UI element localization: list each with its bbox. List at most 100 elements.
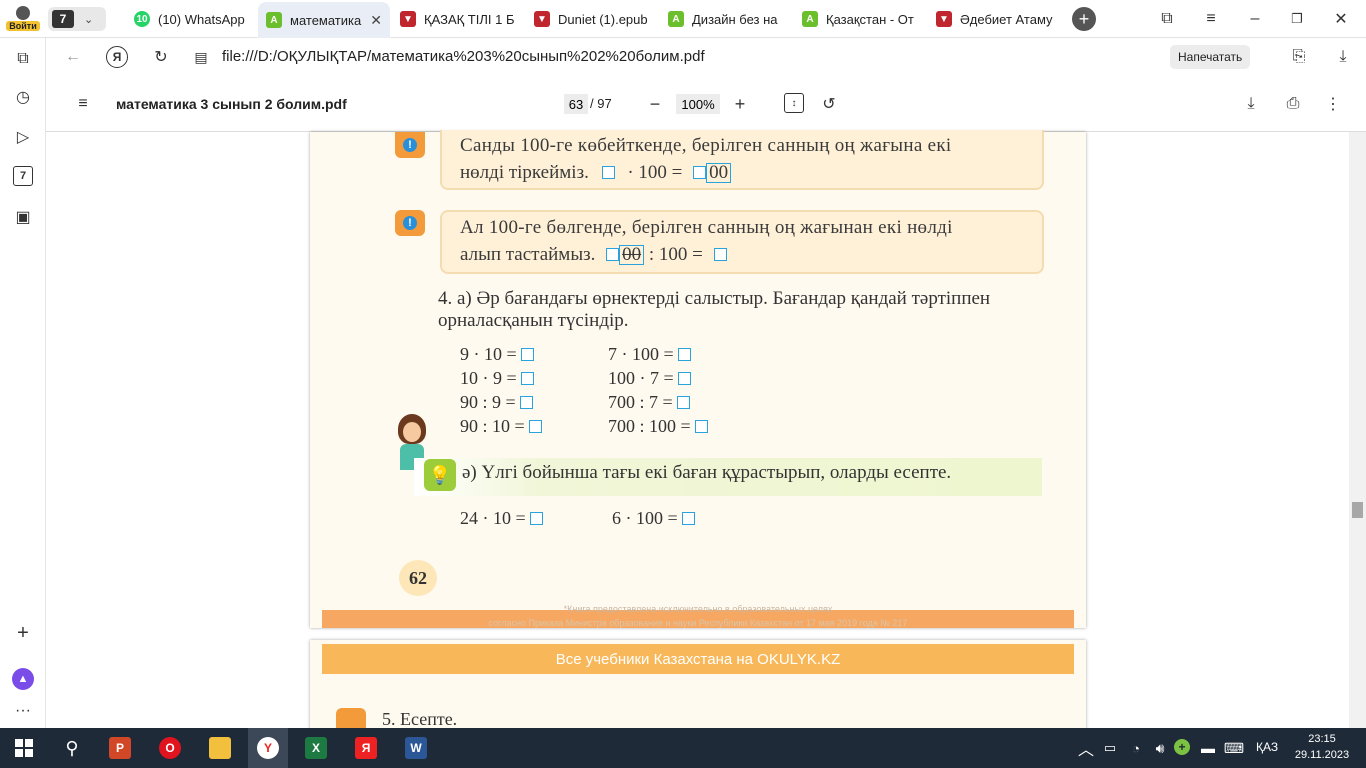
zoom-out-icon[interactable]: − — [644, 93, 666, 115]
task-line: 4. а) Әр бағандағы өрнектерді салыстыр. … — [438, 288, 991, 309]
tab-title: Қазақстан - От — [826, 11, 914, 27]
page-total: / 97 — [590, 96, 612, 111]
print-button[interactable]: Напечатать — [1170, 45, 1251, 69]
note-line: алып тастаймыз. 00 : 100 = — [460, 241, 1024, 268]
page-number: 62 — [399, 560, 437, 596]
search-icon[interactable]: ⚲ — [52, 728, 92, 768]
fit-page-icon[interactable]: ↕ — [784, 93, 804, 113]
battery-icon[interactable]: ▭ — [1100, 738, 1120, 758]
vertical-scrollbar[interactable] — [1349, 132, 1366, 728]
footer-note: *Книга предоставлена исключительно в обр… — [563, 604, 833, 614]
tab-title: математика — [290, 12, 362, 28]
play-icon[interactable]: ▷ — [12, 126, 34, 148]
chevron-up-icon[interactable]: ︿ — [1076, 738, 1096, 759]
new-tab-button[interactable]: + — [1072, 7, 1096, 31]
minimize-icon[interactable]: – — [1244, 8, 1266, 30]
close-window-icon[interactable]: ✕ — [1330, 8, 1352, 30]
file-explorer-icon[interactable] — [200, 728, 240, 768]
volume-icon[interactable]: 🔊︎ — [1150, 738, 1170, 758]
yandex-icon[interactable]: Я — [346, 728, 386, 768]
clock-time: 23:15 — [1308, 733, 1336, 745]
note-expr: · 100 = — [627, 162, 683, 183]
tab-title: (10) WhatsApp — [158, 11, 245, 27]
scrollbar-thumb[interactable] — [1352, 502, 1363, 518]
download-icon[interactable]: ⤓ — [1332, 46, 1354, 68]
windows-start-icon[interactable] — [4, 728, 44, 768]
zoom-input[interactable]: 100% — [676, 94, 720, 114]
calendar-icon[interactable]: 7 — [13, 166, 33, 186]
restore-icon[interactable]: ❐ — [1286, 8, 1308, 30]
wifi-icon[interactable]: ◔ — [1126, 738, 1146, 758]
url-field[interactable]: file:///D:/ОҚУЛЫҚТАР/математика%203%20сы… — [222, 48, 705, 65]
tab-title: Әдебиет Атаму — [960, 11, 1053, 27]
expression: 10 · 9 = — [460, 368, 535, 389]
yandex-browser-icon[interactable]: Y — [248, 728, 288, 768]
profile-button[interactable]: Войти — [6, 2, 40, 36]
tab-title: Duniet (1).epub — [558, 11, 648, 27]
tab-matematika[interactable]: A математика ✕ — [258, 2, 390, 38]
keyboard-icon[interactable]: ⌨ — [1222, 738, 1246, 758]
okulyk-banner: Все учебники Казахстана на OKULYK.KZ — [322, 644, 1074, 674]
tabs-icon[interactable]: ⧉ — [12, 48, 34, 70]
tab-whatsapp[interactable]: 10 (10) WhatsApp — [126, 0, 254, 38]
add-icon[interactable]: + — [12, 622, 34, 644]
more-vertical-icon[interactable]: ⋮ — [1322, 93, 1344, 115]
okulyk-icon: A — [802, 11, 818, 27]
blank-box — [693, 166, 707, 179]
login-label: Войти — [6, 21, 40, 31]
alice-icon[interactable]: ▲ — [12, 668, 34, 690]
menu-icon[interactable]: ≡ — [1200, 8, 1222, 30]
tab-dizain[interactable]: A Дизайн без на — [660, 0, 790, 38]
pdf-shield-icon: ▼ — [400, 11, 416, 27]
expression: 90 : 10 = — [460, 416, 543, 437]
note-text: алып тастаймыз. — [460, 244, 596, 265]
pdf-viewer[interactable]: ! Санды 100-ге көбейткенде, берілген сан… — [46, 130, 1349, 740]
more-icon[interactable]: ··· — [12, 700, 34, 722]
chat-icon[interactable]: ▬ — [1198, 738, 1218, 758]
back-icon[interactable]: ← — [62, 46, 84, 68]
zeros-box: 00 — [706, 163, 732, 183]
word-icon[interactable]: W — [396, 728, 436, 768]
file-icon: ▤ — [194, 48, 208, 65]
status-icon[interactable]: + — [1174, 739, 1190, 755]
blank-box — [601, 166, 615, 179]
history-icon[interactable]: ◷ — [12, 86, 34, 108]
info-icon: ! — [395, 210, 425, 236]
address-bar: ← Я ↻ ▤ file:///D:/ОҚУЛЫҚТАР/математика%… — [46, 38, 1366, 76]
tab-adebiet[interactable]: ▼ Әдебиет Атаму — [928, 0, 1064, 38]
blank-box — [606, 248, 620, 261]
tab-count-badge: 7 — [52, 10, 74, 28]
task-line: орналасқанын түсіндір. — [438, 310, 629, 331]
note-multiply: Санды 100-ге көбейткенде, берілген санны… — [440, 130, 1044, 190]
chevron-down-icon: ⌄ — [84, 13, 94, 26]
download-icon[interactable]: ⤓ — [1240, 93, 1262, 115]
expression: 24 · 10 = — [460, 508, 544, 529]
hamburger-icon[interactable]: ≡ — [72, 93, 94, 115]
home-task-icon — [336, 708, 366, 730]
note-line: Ал 100-ге бөлгенде, берілген санның оң ж… — [460, 217, 953, 238]
tab-duniet[interactable]: ▼ Duniet (1).epub — [526, 0, 656, 38]
expression: 9 · 10 = — [460, 344, 535, 365]
close-icon[interactable]: ✕ — [370, 12, 382, 29]
collections-icon[interactable]: ⧉ — [1156, 8, 1178, 30]
print-icon[interactable]: ⎙ — [1282, 93, 1304, 115]
clock[interactable]: 23:15 29.11.2023 — [1292, 731, 1352, 763]
zoom-in-icon[interactable]: + — [729, 93, 751, 115]
yandex-icon[interactable]: Я — [106, 46, 128, 68]
excel-icon[interactable]: X — [296, 728, 336, 768]
expression: 700 : 7 = — [608, 392, 691, 413]
camera-icon[interactable]: ▣ — [12, 206, 34, 228]
share-icon[interactable]: ⎘ — [1288, 46, 1310, 68]
tab-kazakstan[interactable]: A Қазақстан - От — [794, 0, 924, 38]
user-icon — [16, 6, 30, 20]
reload-icon[interactable]: ↻ — [150, 46, 172, 68]
input-language[interactable]: ҚАЗ — [1256, 740, 1278, 754]
powerpoint-icon[interactable]: P — [100, 728, 140, 768]
tab-count-button[interactable]: 7 ⌄ — [48, 7, 106, 31]
footer-note: согласно Приказа Министра образования и … — [488, 618, 908, 628]
rotate-icon[interactable]: ↺ — [818, 93, 840, 115]
tab-kazak-tili[interactable]: ▼ ҚАЗАҚ ТІЛІ 1 Б — [392, 0, 522, 38]
task-5-heading: 5. Есепте. — [382, 709, 458, 729]
page-number-input[interactable]: 63 — [564, 94, 588, 114]
opera-icon[interactable]: O — [150, 728, 190, 768]
